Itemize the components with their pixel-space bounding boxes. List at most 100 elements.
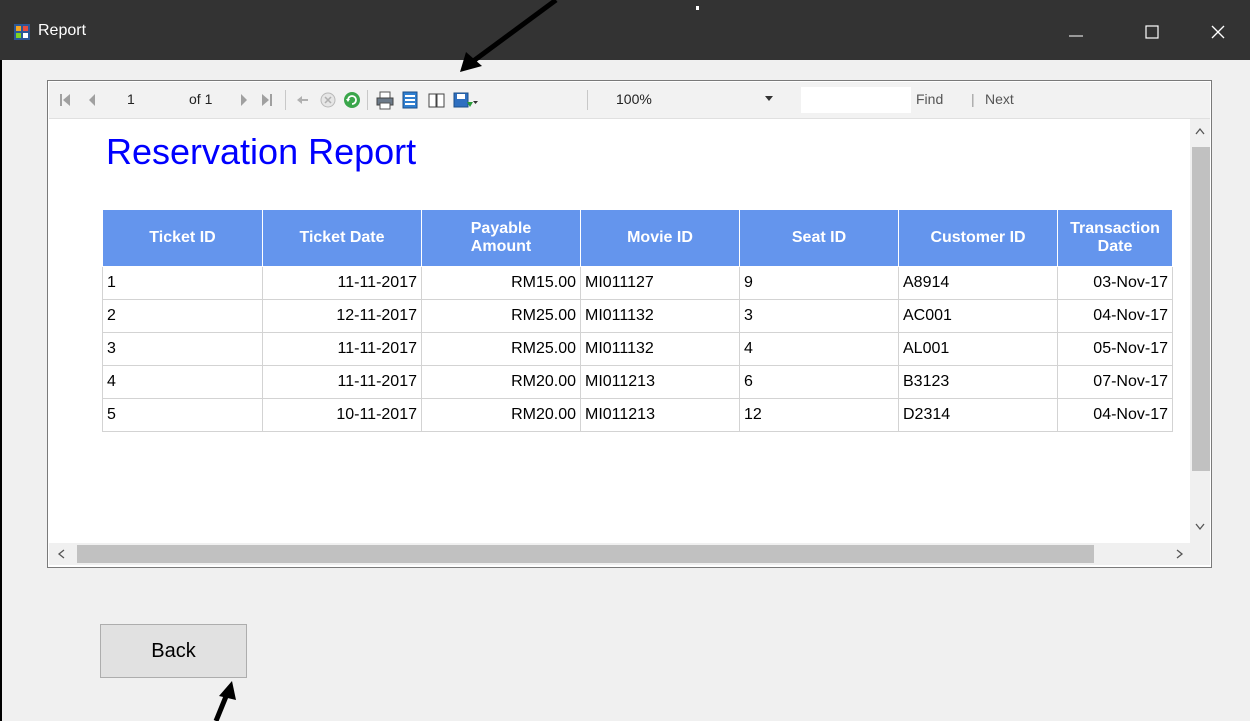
table-row: 1 11-11-2017 RM15.00 MI011127 9 A8914 03… xyxy=(102,266,1173,300)
ticket-id-cell: 5 xyxy=(102,398,263,432)
report-app-icon xyxy=(14,24,30,40)
next-page-icon xyxy=(241,94,247,106)
customer-id-cell: D2314 xyxy=(898,398,1058,432)
back-to-parent-icon xyxy=(297,96,308,104)
report-toolbar: 1 of 1 100% Find | Next xyxy=(49,82,1210,119)
scroll-up-icon[interactable] xyxy=(1195,127,1205,135)
horizontal-scrollbar[interactable] xyxy=(49,543,1190,565)
ticket-id-cell: 4 xyxy=(102,365,263,399)
last-page-button[interactable] xyxy=(261,90,273,110)
customer-id-cell: B3123 xyxy=(898,365,1058,399)
table-header-row: Ticket ID Ticket Date Payable Amount Movi… xyxy=(102,209,1173,267)
report-table: Ticket ID Ticket Date Payable Amount Movi… xyxy=(102,209,1173,432)
ticket-date-cell: 11-11-2017 xyxy=(262,332,422,366)
title-bar[interactable]: Report xyxy=(0,0,1250,60)
export-icon xyxy=(453,92,478,108)
find-link[interactable]: Find xyxy=(916,91,943,107)
payable-amount-cell: RM15.00 xyxy=(421,266,581,300)
table-row: 3 11-11-2017 RM25.00 MI011132 4 AL001 05… xyxy=(102,332,1173,366)
window-left-edge xyxy=(0,60,2,721)
seat-id-cell: 9 xyxy=(739,266,899,300)
window-title: Report xyxy=(38,22,87,39)
current-page-input[interactable]: 1 xyxy=(127,91,135,107)
next-page-button[interactable] xyxy=(239,90,249,110)
seat-id-cell: 12 xyxy=(739,398,899,432)
toolbar-separator xyxy=(367,90,368,110)
transaction-date-cell: 04-Nov-17 xyxy=(1057,299,1173,333)
refresh-button[interactable] xyxy=(343,90,361,110)
column-header: Seat ID xyxy=(739,209,899,267)
seat-id-cell: 6 xyxy=(739,365,899,399)
report-page: Reservation Report Ticket ID Ticket Date… xyxy=(49,119,1189,543)
ticket-date-cell: 10-11-2017 xyxy=(262,398,422,432)
first-page-button[interactable] xyxy=(59,90,71,110)
report-window: Report 1 of 1 100% Find | Next Reservati… xyxy=(0,0,1250,721)
transaction-date-cell: 07-Nov-17 xyxy=(1057,365,1173,399)
customer-id-cell: AL001 xyxy=(898,332,1058,366)
report-title: Reservation Report xyxy=(106,131,417,172)
scroll-right-icon[interactable] xyxy=(1176,549,1184,559)
stop-icon xyxy=(320,92,336,108)
ticket-id-cell: 1 xyxy=(102,266,263,300)
scroll-left-icon[interactable] xyxy=(57,549,65,559)
table-row: 4 11-11-2017 RM20.00 MI011213 6 B3123 07… xyxy=(102,365,1173,399)
print-layout-icon xyxy=(402,91,418,109)
movie-id-cell: MI011132 xyxy=(580,299,740,333)
table-row: 5 10-11-2017 RM20.00 MI011213 12 D2314 0… xyxy=(102,398,1173,432)
column-header: Movie ID xyxy=(580,209,740,267)
print-layout-button[interactable] xyxy=(401,90,419,110)
column-header: Payable Amount xyxy=(421,209,581,267)
last-page-icon xyxy=(262,94,272,106)
print-button[interactable] xyxy=(375,90,395,110)
toolbar-separator xyxy=(285,90,286,110)
close-icon xyxy=(1211,25,1225,39)
customer-id-cell: A8914 xyxy=(898,266,1058,300)
column-header: Customer ID xyxy=(898,209,1058,267)
movie-id-cell: MI011132 xyxy=(580,332,740,366)
export-button[interactable] xyxy=(453,90,479,110)
chevron-down-icon xyxy=(765,96,773,101)
report-viewer: 1 of 1 100% Find | Next Reservation Repo… xyxy=(47,80,1212,568)
transaction-date-cell: 03-Nov-17 xyxy=(1057,266,1173,300)
back-button[interactable]: Back xyxy=(100,624,247,678)
refresh-icon xyxy=(344,92,360,108)
movie-id-cell: MI011213 xyxy=(580,365,740,399)
payable-amount-cell: RM20.00 xyxy=(421,398,581,432)
back-to-parent-button[interactable] xyxy=(295,90,309,110)
find-separator: | xyxy=(971,91,975,107)
minimize-icon xyxy=(1069,35,1083,37)
seat-id-cell: 3 xyxy=(739,299,899,333)
stop-button[interactable] xyxy=(319,90,337,110)
close-button[interactable] xyxy=(1198,14,1238,48)
maximize-icon xyxy=(1145,25,1159,39)
ticket-date-cell: 12-11-2017 xyxy=(262,299,422,333)
maximize-button[interactable] xyxy=(1132,14,1172,48)
ticket-date-cell: 11-11-2017 xyxy=(262,365,422,399)
next-link[interactable]: Next xyxy=(985,91,1014,107)
payable-amount-cell: RM25.00 xyxy=(421,299,581,333)
find-input[interactable] xyxy=(801,87,911,113)
payable-amount-cell: RM20.00 xyxy=(421,365,581,399)
seat-id-cell: 4 xyxy=(739,332,899,366)
ticket-id-cell: 2 xyxy=(102,299,263,333)
transaction-date-cell: 05-Nov-17 xyxy=(1057,332,1173,366)
page-setup-button[interactable] xyxy=(427,90,447,110)
previous-page-icon xyxy=(89,94,95,106)
minimize-button[interactable] xyxy=(1056,14,1096,48)
scroll-down-icon[interactable] xyxy=(1195,523,1205,531)
zoom-dropdown[interactable]: 100% xyxy=(604,87,789,111)
zoom-value: 100% xyxy=(616,91,652,107)
column-header: Transaction Date xyxy=(1057,209,1173,267)
vertical-scroll-thumb[interactable] xyxy=(1192,147,1210,471)
payable-amount-cell: RM25.00 xyxy=(421,332,581,366)
first-page-icon xyxy=(60,94,70,106)
page-count-label: of 1 xyxy=(189,91,213,107)
vertical-scrollbar[interactable] xyxy=(1190,119,1210,543)
horizontal-scroll-thumb[interactable] xyxy=(77,545,1094,563)
column-header: Ticket Date xyxy=(262,209,422,267)
column-header: Ticket ID xyxy=(102,209,263,267)
scrollbar-corner xyxy=(1190,543,1210,565)
movie-id-cell: MI011127 xyxy=(580,266,740,300)
previous-page-button[interactable] xyxy=(87,90,97,110)
ticket-id-cell: 3 xyxy=(102,332,263,366)
